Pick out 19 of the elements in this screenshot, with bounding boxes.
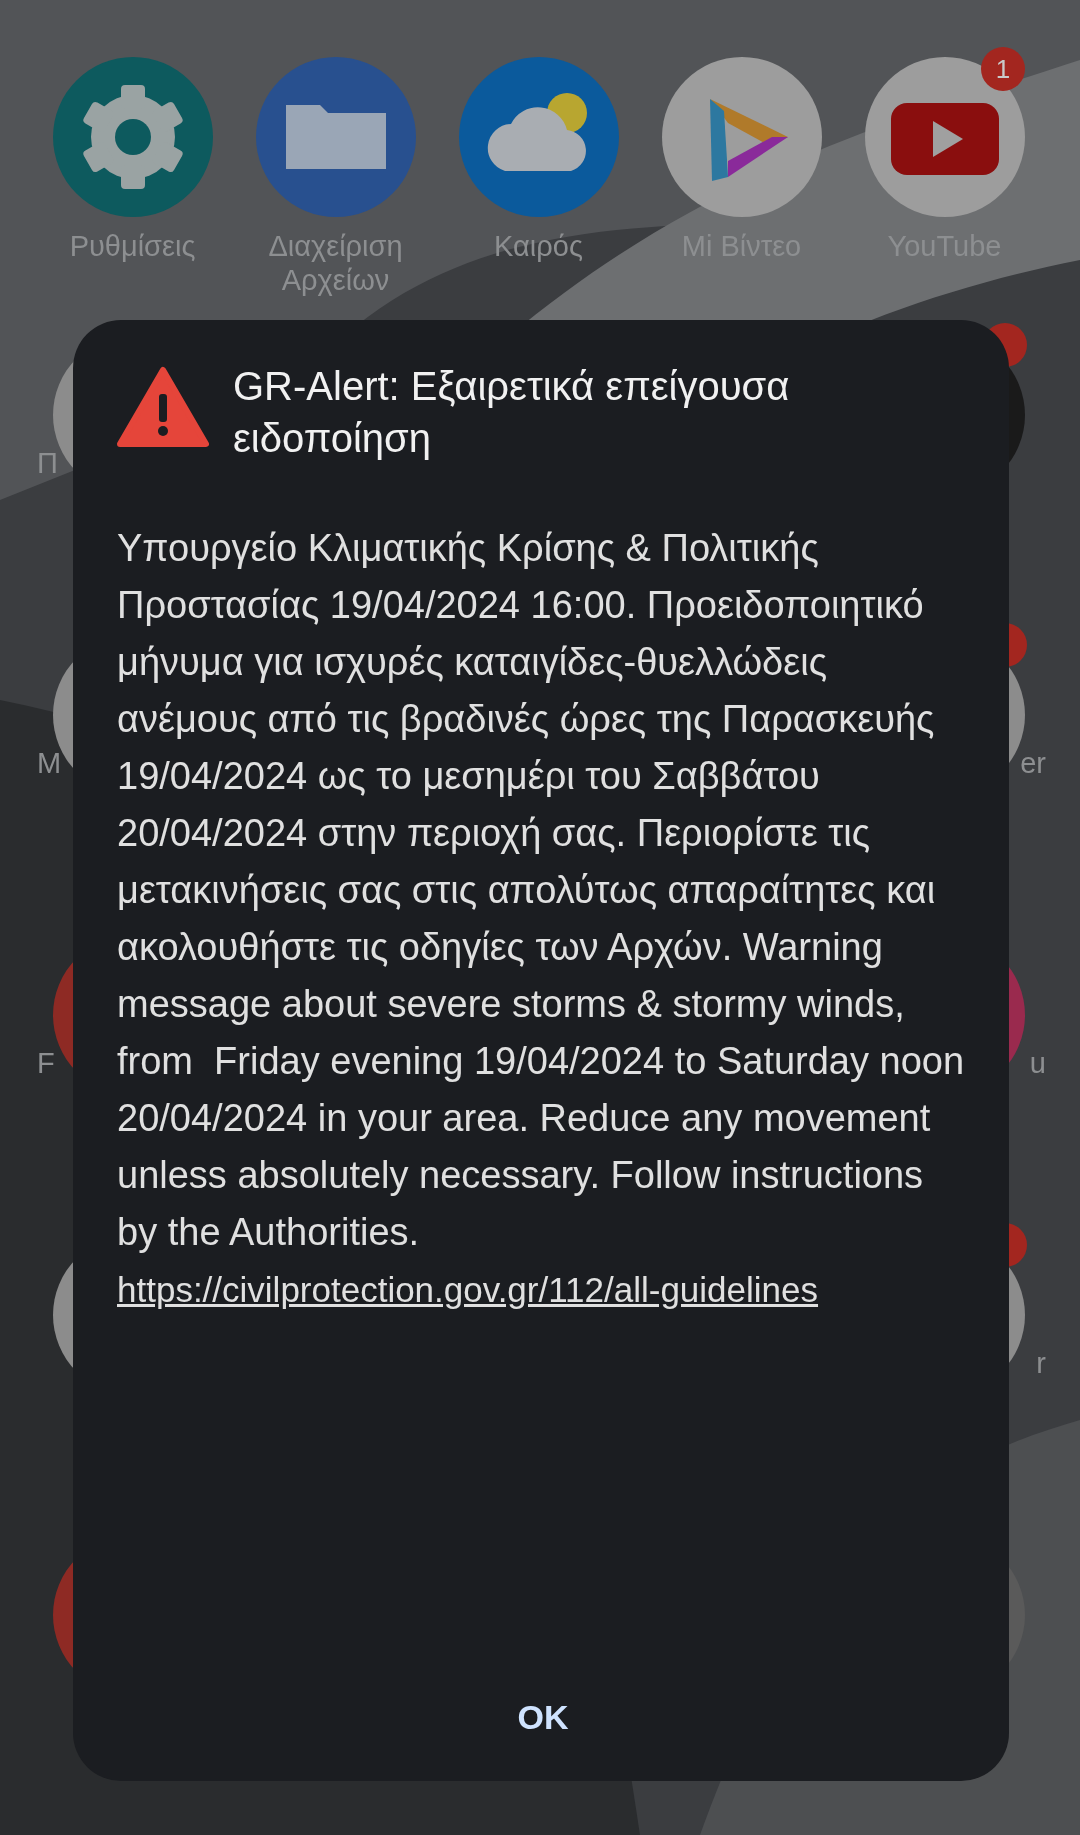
warning-icon [117, 366, 209, 448]
play-icon[interactable] [864, 57, 1025, 217]
app-label: er [1020, 747, 1046, 780]
alert-title: GR-Alert: Εξαιρετικά επείγουσα ειδοποίηση [233, 363, 791, 462]
app-label: Καιρός [493, 229, 584, 263]
play-icon[interactable] [661, 57, 822, 217]
app-label: Π [37, 447, 58, 480]
ok-button[interactable]: OK [487, 1684, 599, 1751]
cloud-icon[interactable] [458, 57, 619, 217]
alert-message: Υπουργείο Κλιματικής Κρίσης & Πολιτικής Προστασίας 19/04/2024 16:00. Προειδοποιητικό μήνυμα για ισχυρές καταιγίδες-θυελλώδεις ανέμους από τις βραδινές ώρες της Παρασκευής 19/04/2024 ως το μεσημέρι του Σαββάτου 20/04/2024 στην περιοχή σας. Περιορίστε τις μετακινήσεις σας στις απολύτως απαραίτητες και ακολουθήστε τις οδηγίες των Αρχών. Warning message about severe storms & stormy winds, from Friday evening 19/04/2024 to Saturday noon 20/04/2024 in your area. Reduce any movement unless absolutely necessary. Follow instructions by the Authorities. https://civilprotection.gov.gr/112/all-guidelines [117, 526, 966, 1311]
app-label: Διαχείριση Αρχείων [267, 229, 404, 297]
app-label: Ρυθμίσεις [68, 229, 197, 263]
app-label: M [37, 747, 62, 780]
gear-icon[interactable] [52, 57, 213, 217]
folder-icon[interactable] [255, 57, 416, 217]
app-label: r [1036, 1347, 1046, 1380]
app-label: u [1029, 1047, 1046, 1080]
app-label: F [37, 1047, 55, 1080]
link[interactable]: https://civilprotection.gov.gr/112/all-guidelines [117, 1270, 819, 1309]
